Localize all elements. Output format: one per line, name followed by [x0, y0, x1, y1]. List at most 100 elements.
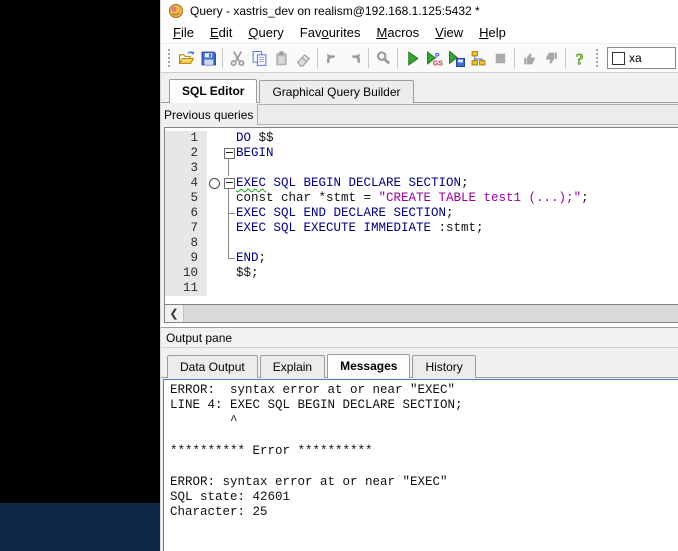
- clear-window-button[interactable]: [292, 46, 314, 70]
- line-number: 1: [165, 131, 207, 146]
- code-text: EXEC SQL EXECUTE IMMEDIATE :stmt;: [236, 221, 484, 236]
- execute-query-button[interactable]: [401, 46, 423, 70]
- title-bar[interactable]: Query - xastris_dev on realism@192.168.1…: [161, 0, 678, 22]
- code-text: END;: [236, 251, 266, 266]
- fold-margin: [222, 251, 236, 266]
- menu-item-view[interactable]: View: [427, 23, 471, 42]
- fold-margin: [222, 176, 236, 191]
- error-marker-icon: [209, 178, 220, 189]
- menu-item-query[interactable]: Query: [240, 23, 291, 42]
- execute-to-file-button[interactable]: [445, 46, 467, 70]
- undo-arrow-icon: [324, 50, 341, 67]
- fold-margin: [222, 131, 236, 146]
- code-text: $$;: [236, 266, 259, 281]
- org-chart-icon: [470, 50, 487, 67]
- tab-sql-editor[interactable]: SQL Editor: [169, 79, 257, 103]
- code-text: EXEC SQL END DECLARE SECTION;: [236, 206, 454, 221]
- marker-margin: [207, 131, 222, 146]
- line-number: 8: [165, 236, 207, 251]
- output-tab-history[interactable]: History: [412, 355, 475, 378]
- previous-queries-row: Previous queries: [161, 103, 678, 126]
- rollback-transaction-button[interactable]: [540, 46, 562, 70]
- paste-button[interactable]: [270, 46, 292, 70]
- previous-queries-label: Previous queries: [164, 108, 257, 122]
- menu-item-macros[interactable]: Macros: [369, 23, 428, 42]
- output-pane-caption[interactable]: Output pane: [161, 327, 678, 348]
- svg-text:GS: GS: [432, 60, 442, 67]
- cancel-query-button[interactable]: [489, 46, 511, 70]
- line-number: 11: [165, 281, 207, 296]
- code-line: 1DO $$: [165, 131, 678, 146]
- line-number: 4: [165, 176, 207, 191]
- sql-editor-page: 1DO $$2BEGIN34EXEC SQL BEGIN DECLARE SEC…: [161, 126, 678, 323]
- undo-button[interactable]: [321, 46, 343, 70]
- explain-query-button[interactable]: [467, 46, 489, 70]
- save-floppy-icon: [200, 50, 217, 67]
- editor-tab-strip: SQL EditorGraphical Query Builder: [161, 73, 678, 103]
- code-line: 10 $$;: [165, 266, 678, 281]
- line-number: 6: [165, 206, 207, 221]
- fold-margin: [222, 206, 236, 221]
- scroll-left-arrow[interactable]: ❮: [165, 305, 184, 322]
- menu-bar: FileEditQueryFavouritesMacrosViewHelp: [161, 22, 678, 43]
- toolbar-gripper[interactable]: [168, 49, 170, 67]
- code-line: 11: [165, 281, 678, 296]
- fold-collapse-icon[interactable]: [224, 178, 235, 189]
- fold-margin: [222, 191, 236, 206]
- find-replace-button[interactable]: [372, 46, 394, 70]
- help-button[interactable]: ?: [569, 46, 591, 70]
- code-line: 3: [165, 161, 678, 176]
- play-pgscript-icon: P GS: [426, 50, 443, 67]
- fold-margin: [222, 281, 236, 296]
- marker-margin: [207, 266, 222, 281]
- messages-text: ERROR: syntax error at or near "EXEC" LI…: [164, 380, 678, 524]
- connection-combo-text: xa: [629, 51, 642, 65]
- line-number: 5: [165, 191, 207, 206]
- redo-arrow-icon: [346, 50, 363, 67]
- menu-item-help[interactable]: Help: [471, 23, 514, 42]
- query-tool-window: Query - xastris_dev on realism@192.168.1…: [160, 0, 678, 551]
- fold-margin: [222, 221, 236, 236]
- toolbar-separator: [368, 48, 369, 68]
- copy-button[interactable]: [248, 46, 270, 70]
- toolbar-separator: [514, 48, 515, 68]
- menu-item-favourites[interactable]: Favourites: [292, 23, 369, 42]
- copy-icon: [251, 50, 268, 67]
- sql-code-editor[interactable]: 1DO $$2BEGIN34EXEC SQL BEGIN DECLARE SEC…: [164, 127, 678, 305]
- toolbar: P GS: [161, 43, 678, 73]
- marker-margin: [207, 221, 222, 236]
- marker-margin: [207, 176, 222, 191]
- editor-horizontal-scrollbar[interactable]: ❮: [164, 305, 678, 323]
- open-file-button[interactable]: [175, 46, 197, 70]
- fold-margin: [222, 161, 236, 176]
- fold-collapse-icon[interactable]: [224, 148, 235, 159]
- previous-queries-combobox[interactable]: [257, 104, 678, 125]
- messages-page: ERROR: syntax error at or near "EXEC" LI…: [161, 378, 678, 551]
- code-text: BEGIN: [236, 146, 274, 161]
- code-line: 5const char *stmt = "CREATE TABLE test1 …: [165, 191, 678, 206]
- marker-margin: [207, 251, 222, 266]
- execute-pgscript-button[interactable]: P GS: [423, 46, 445, 70]
- svg-text:P: P: [435, 52, 440, 59]
- output-tab-explain[interactable]: Explain: [260, 355, 325, 378]
- toolbar-gripper[interactable]: [596, 49, 598, 67]
- output-tab-messages[interactable]: Messages: [327, 354, 410, 378]
- connection-combobox[interactable]: xa: [607, 47, 676, 69]
- output-tab-data-output[interactable]: Data Output: [167, 355, 258, 378]
- menu-item-edit[interactable]: Edit: [202, 23, 240, 42]
- scissors-icon: [229, 50, 246, 67]
- menu-item-file[interactable]: File: [165, 23, 202, 42]
- redo-button[interactable]: [343, 46, 365, 70]
- messages-textarea[interactable]: ERROR: syntax error at or near "EXEC" LI…: [163, 379, 678, 551]
- code-line: 2BEGIN: [165, 146, 678, 161]
- code-line: 7EXEC SQL EXECUTE IMMEDIATE :stmt;: [165, 221, 678, 236]
- magnifier-icon: [375, 50, 392, 67]
- tab-graphical-query-builder[interactable]: Graphical Query Builder: [259, 80, 413, 103]
- thumb-down-icon: [543, 50, 560, 67]
- cut-button[interactable]: [226, 46, 248, 70]
- open-folder-icon: [178, 50, 195, 67]
- commit-transaction-button[interactable]: [518, 46, 540, 70]
- line-number: 10: [165, 266, 207, 281]
- pgadmin-app-icon: [168, 3, 184, 19]
- save-button[interactable]: [197, 46, 219, 70]
